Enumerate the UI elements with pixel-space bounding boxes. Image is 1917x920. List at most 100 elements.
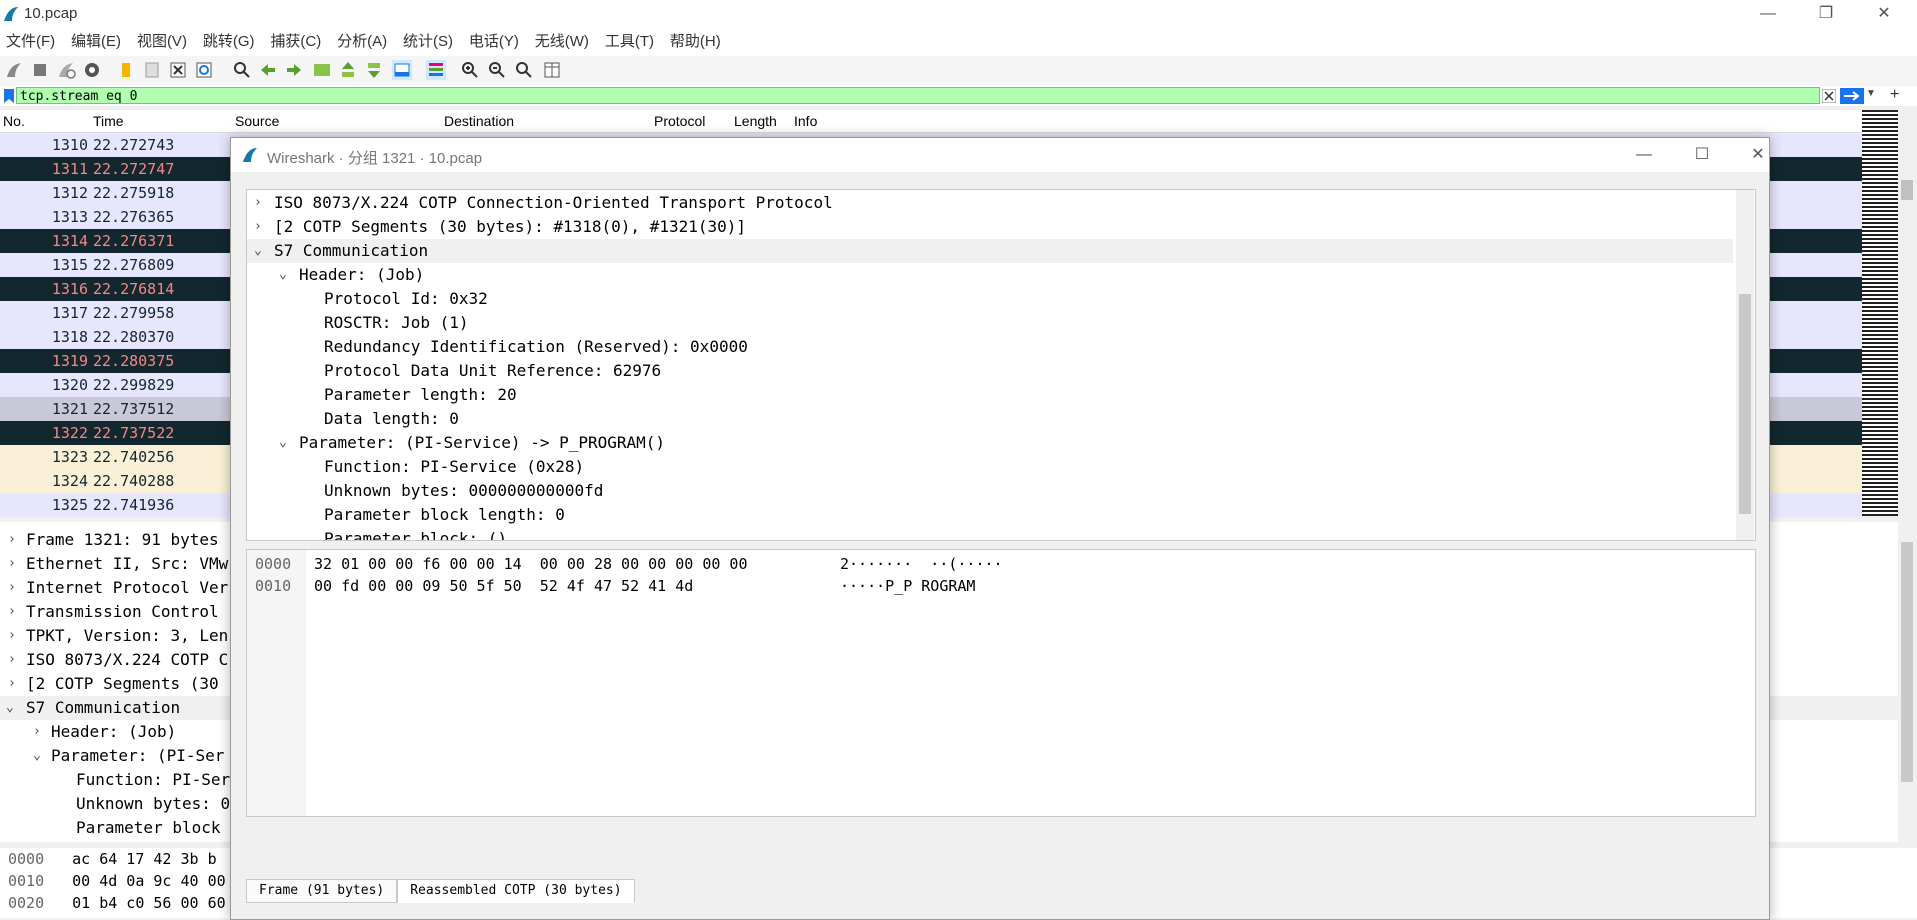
expand-arrow-icon[interactable]: ›	[33, 720, 41, 744]
detail-tree-item[interactable]: Frame 1321: 91 bytes ›	[8, 528, 219, 552]
menu-analyze[interactable]: 分析(A)	[331, 28, 393, 56]
autoscroll-icon[interactable]	[392, 60, 412, 80]
menu-statistics[interactable]: 统计(S)	[397, 28, 459, 56]
close-file-icon[interactable]	[168, 60, 188, 80]
scroll-thumb[interactable]	[1901, 542, 1913, 782]
expand-arrow-icon[interactable]: ›	[8, 648, 16, 672]
expand-arrow-icon[interactable]: ›	[8, 528, 16, 552]
stop-capture-icon[interactable]	[30, 60, 50, 80]
dialog-close-button[interactable]: ✕	[1735, 141, 1781, 169]
zoom-out-icon[interactable]	[487, 60, 507, 80]
detail-tree-item[interactable]: Header: (Job) ›	[33, 720, 176, 744]
menu-wireless[interactable]: 无线(W)	[529, 28, 595, 56]
filter-dropdown-icon[interactable]: ▼	[1866, 88, 1876, 99]
dialog-tree-item[interactable]: Unknown bytes: 000000000000fd	[247, 479, 1733, 503]
menu-view[interactable]: 视图(V)	[131, 28, 193, 56]
menu-telephony[interactable]: 电话(Y)	[463, 28, 525, 56]
collapse-arrow-icon[interactable]: ⌄	[254, 239, 262, 263]
dialog-tree-item[interactable]: Parameter block length: 0	[247, 503, 1733, 527]
dialog-tree-item[interactable]: › ISO 8073/X.224 COTP Connection-Oriented…	[247, 191, 1733, 215]
restore-button[interactable]: ❐	[1803, 0, 1849, 28]
clear-filter-icon[interactable]	[1822, 89, 1836, 103]
expand-arrow-icon[interactable]: ›	[254, 215, 262, 239]
dialog-tree-item[interactable]: Protocol Id: 0x32	[247, 287, 1733, 311]
detail-tree-item[interactable]: Internet Protocol Ver ›	[8, 576, 228, 600]
hex-ascii[interactable]: ·····P_P ROGRAM	[840, 575, 975, 597]
col-info[interactable]: Info	[794, 113, 817, 129]
collapse-arrow-icon[interactable]: ⌄	[6, 696, 14, 720]
dialog-tree-item[interactable]: ROSCTR: Job (1)	[247, 311, 1733, 335]
colorize-icon[interactable]	[426, 60, 446, 80]
open-file-icon[interactable]	[116, 60, 136, 80]
packet-list-scrollbar[interactable]	[1898, 110, 1917, 516]
hex-ascii[interactable]: 2······· ··(·····	[840, 553, 1003, 575]
resize-columns-icon[interactable]	[542, 60, 562, 80]
dialog-maximize-button[interactable]: ☐	[1679, 141, 1725, 169]
dialog-minimize-button[interactable]: —	[1621, 141, 1667, 169]
expand-arrow-icon[interactable]: ›	[8, 672, 16, 696]
col-no[interactable]: No.	[3, 113, 25, 129]
apply-filter-icon[interactable]	[1840, 88, 1864, 104]
menu-help[interactable]: 帮助(H)	[664, 28, 727, 56]
dialog-tree-item[interactable]: ⌄ S7 Communication	[247, 239, 1733, 263]
reload-icon[interactable]	[194, 60, 214, 80]
col-destination[interactable]: Destination	[444, 113, 514, 129]
go-to-packet-icon[interactable]	[312, 60, 332, 80]
expand-arrow-icon[interactable]: ›	[8, 576, 16, 600]
col-source[interactable]: Source	[235, 113, 279, 129]
tab-frame[interactable]: Frame (91 bytes)	[246, 879, 398, 903]
detail-tree-item[interactable]: Parameter block	[76, 816, 221, 840]
menu-file[interactable]: 文件(F)	[0, 28, 61, 56]
last-packet-icon[interactable]	[364, 60, 384, 80]
collapse-arrow-icon[interactable]: ⌄	[279, 263, 287, 287]
detail-tree-item[interactable]: Unknown bytes: 0	[76, 792, 230, 816]
dialog-tree-item[interactable]: ⌄ Parameter: (PI-Service) -> P_PROGRAM()	[247, 431, 1733, 455]
dialog-tree-item[interactable]: Data length: 0	[247, 407, 1733, 431]
start-capture-icon[interactable]	[4, 60, 24, 80]
col-length[interactable]: Length	[734, 113, 777, 129]
col-protocol[interactable]: Protocol	[654, 113, 705, 129]
tab-reassembled-cotp[interactable]: Reassembled COTP (30 bytes)	[397, 879, 635, 903]
collapse-arrow-icon[interactable]: ⌄	[33, 744, 41, 768]
add-filter-button-icon[interactable]: +	[1890, 86, 1899, 104]
go-back-icon[interactable]	[258, 60, 278, 80]
dialog-tree-item[interactable]: › [2 COTP Segments (30 bytes): #1318(0), …	[247, 215, 1733, 239]
expand-arrow-icon[interactable]: ›	[8, 552, 16, 576]
detail-tree-item[interactable]: Function: PI-Ser	[76, 768, 230, 792]
col-time[interactable]: Time	[93, 113, 124, 129]
menu-capture[interactable]: 捕获(C)	[264, 28, 327, 56]
menu-edit[interactable]: 编辑(E)	[65, 28, 127, 56]
detail-tree-item[interactable]: Transmission Control ›	[8, 600, 219, 624]
detail-tree-item[interactable]: [2 COTP Segments (30 ›	[8, 672, 219, 696]
dialog-tree-item[interactable]: Parameter length: 20	[247, 383, 1733, 407]
menu-go[interactable]: 跳转(G)	[197, 28, 261, 56]
dialog-tree-item[interactable]: Protocol Data Unit Reference: 62976	[247, 359, 1733, 383]
menu-tools[interactable]: 工具(T)	[599, 28, 660, 56]
bookmark-icon[interactable]	[3, 89, 15, 103]
packet-minimap[interactable]	[1862, 110, 1898, 516]
dialog-tree-item[interactable]: Redundancy Identification (Reserved): 0x…	[247, 335, 1733, 359]
dialog-tree-scrollbar[interactable]	[1736, 190, 1754, 540]
restart-capture-icon[interactable]	[56, 60, 76, 80]
expand-arrow-icon[interactable]: ›	[254, 191, 262, 215]
expand-arrow-icon[interactable]: ›	[8, 600, 16, 624]
normal-size-icon[interactable]	[514, 60, 534, 80]
find-packet-icon[interactable]	[232, 60, 252, 80]
dialog-tree-item[interactable]: Function: PI-Service (0x28)	[247, 455, 1733, 479]
expand-arrow-icon[interactable]: ›	[8, 624, 16, 648]
display-filter-input[interactable]: tcp.stream eq 0	[16, 87, 1820, 104]
go-forward-icon[interactable]	[284, 60, 304, 80]
scroll-thumb[interactable]	[1901, 180, 1913, 200]
dialog-tree-item[interactable]: ⌄ Header: (Job)	[247, 263, 1733, 287]
collapse-arrow-icon[interactable]: ⌄	[279, 431, 287, 455]
dialog-tree-item[interactable]: Parameter block: ()	[247, 527, 1733, 540]
capture-options-icon[interactable]	[82, 60, 102, 80]
close-button[interactable]: ✕	[1861, 0, 1907, 28]
detail-tree-item[interactable]: TPKT, Version: 3, Len ›	[8, 624, 228, 648]
scroll-thumb[interactable]	[1739, 294, 1751, 514]
save-file-icon[interactable]	[142, 60, 162, 80]
first-packet-icon[interactable]	[338, 60, 358, 80]
hex-bytes[interactable]: 32 01 00 00 f6 00 00 14 00 00 28 00 00 0…	[314, 553, 747, 575]
detail-tree-item[interactable]: ISO 8073/X.224 COTP C ›	[8, 648, 228, 672]
minimize-button[interactable]: —	[1745, 0, 1791, 28]
